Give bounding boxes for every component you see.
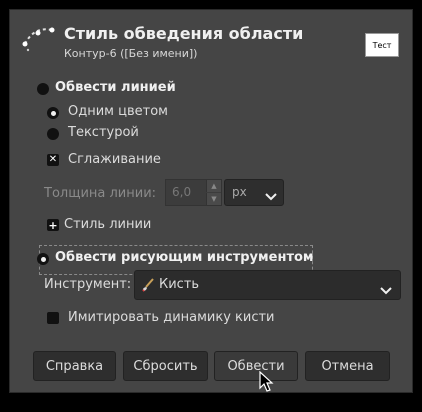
- reset-button[interactable]: Сбросить: [123, 351, 208, 381]
- spin-up-icon[interactable]: ▲: [206, 180, 221, 192]
- stroke-tool-label: Обвести рисующим инструментом: [55, 250, 314, 265]
- antialiasing-label: Сглаживание: [68, 152, 161, 167]
- chevron-down-icon: [265, 187, 277, 206]
- chevron-down-icon: [380, 281, 392, 300]
- tool-select[interactable]: Кисть: [134, 270, 401, 300]
- unit-value: px: [232, 185, 247, 199]
- mouse-cursor-icon: [259, 370, 275, 397]
- unit-select[interactable]: px: [224, 179, 284, 206]
- emulate-dynamics-label: Имитировать динамику кисти: [68, 310, 275, 325]
- dialog-subtitle: Контур-6 ([Без имени]): [64, 47, 198, 60]
- line-width-label: Толщина линии:: [44, 186, 157, 201]
- spin-down-icon[interactable]: ▼: [206, 193, 221, 205]
- cancel-button[interactable]: Отмена: [305, 351, 390, 381]
- line-style-expander[interactable]: Стиль линии: [64, 217, 151, 232]
- dialog-title: Стиль обведения области: [64, 24, 304, 43]
- stroke-line-radio[interactable]: [37, 83, 49, 95]
- pattern-radio[interactable]: [47, 128, 59, 140]
- stroke-button[interactable]: Обвести: [214, 351, 298, 381]
- test-badge: Тест: [365, 33, 399, 57]
- solid-color-label: Одним цветом: [68, 104, 168, 119]
- pattern-label: Текстурой: [68, 125, 139, 140]
- stroke-path-icon: [22, 24, 56, 58]
- tool-label: Инструмент:: [44, 277, 132, 292]
- solid-color-radio[interactable]: [47, 107, 59, 119]
- stroke-dialog: Стиль обведения области Контур-6 ([Без и…: [9, 9, 413, 393]
- line-width-value: 6,0: [172, 185, 192, 199]
- help-button[interactable]: Справка: [33, 351, 116, 381]
- stroke-tool-radio[interactable]: [37, 253, 49, 265]
- stroke-line-label: Обвести линией: [55, 80, 176, 95]
- paintbrush-icon: [141, 277, 155, 296]
- line-width-spinner[interactable]: 6,0 ▲ ▼: [165, 179, 222, 206]
- tool-value: Кисть: [159, 277, 200, 292]
- emulate-dynamics-checkbox[interactable]: [47, 312, 59, 324]
- antialiasing-checkbox[interactable]: ✕: [47, 154, 59, 166]
- expand-plus-icon[interactable]: +: [47, 219, 59, 231]
